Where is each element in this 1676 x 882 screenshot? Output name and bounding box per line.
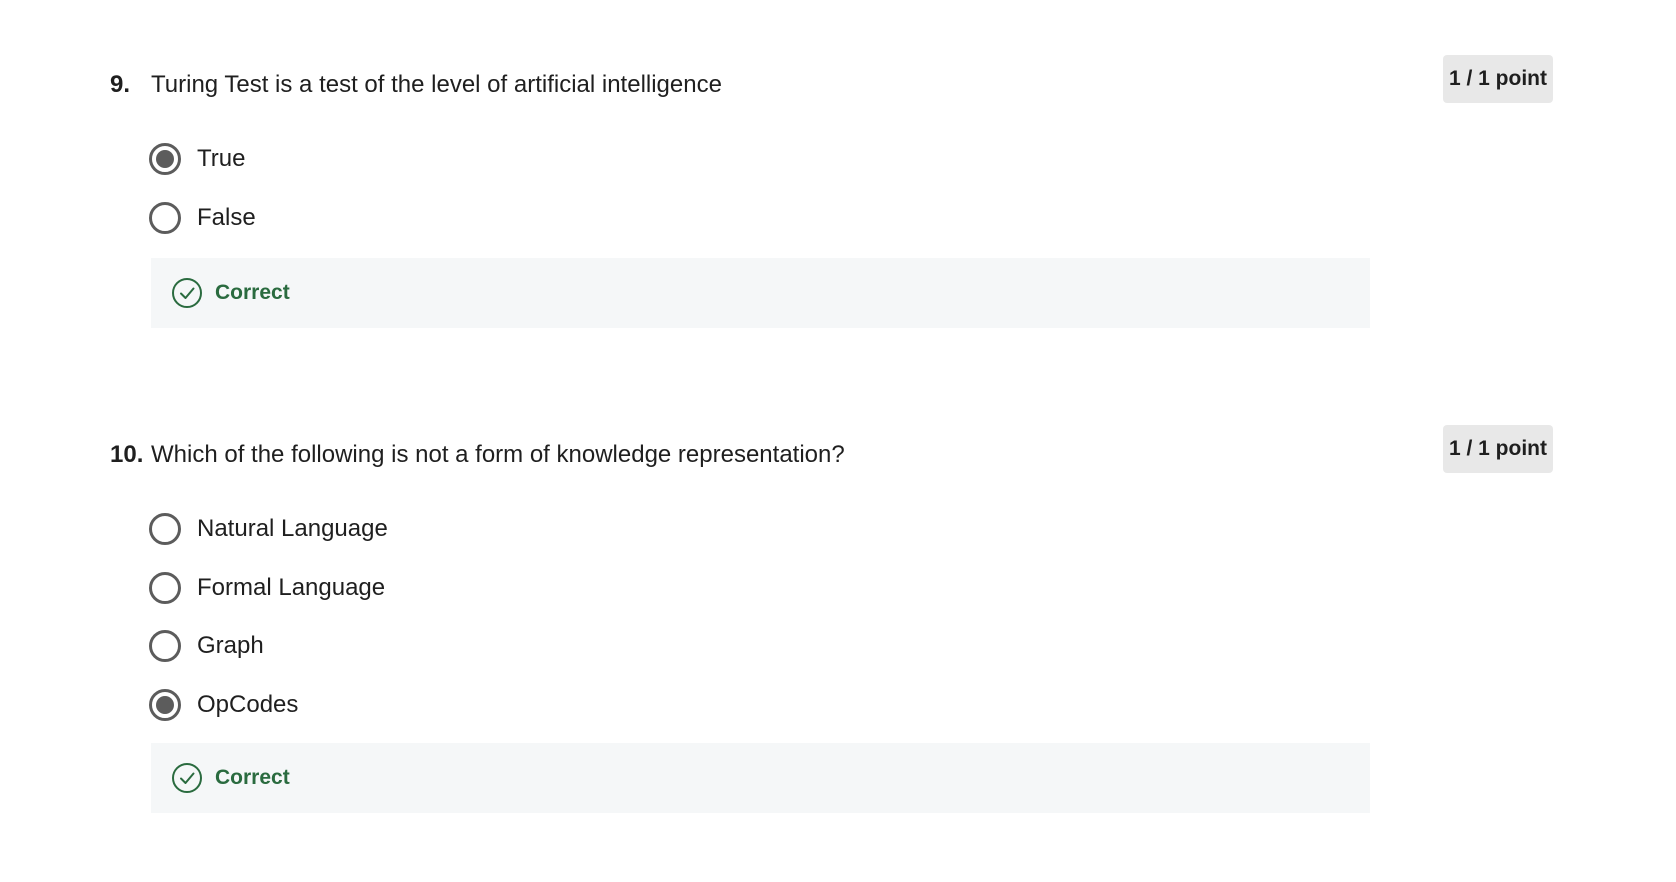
question-number: 9. bbox=[110, 71, 131, 98]
option-label: True bbox=[197, 145, 246, 172]
option-graph[interactable]: Graph bbox=[149, 628, 264, 664]
option-label: OpCodes bbox=[197, 691, 299, 718]
radio-selected-icon[interactable] bbox=[149, 143, 181, 175]
check-circle-icon bbox=[172, 763, 202, 793]
option-true[interactable]: True bbox=[149, 141, 245, 177]
question-number: 10. bbox=[110, 441, 144, 468]
option-label: False bbox=[197, 204, 256, 231]
radio-unselected-icon[interactable] bbox=[149, 630, 181, 662]
feedback-label: Correct bbox=[215, 766, 290, 789]
question-text: Which of the following is not a form of … bbox=[151, 441, 845, 468]
option-natural-language[interactable]: Natural Language bbox=[149, 511, 388, 547]
radio-unselected-icon[interactable] bbox=[149, 572, 181, 604]
question-text: Turing Test is a test of the level of ar… bbox=[151, 71, 722, 98]
radio-unselected-icon[interactable] bbox=[149, 202, 181, 234]
check-circle-icon bbox=[172, 278, 202, 308]
option-opcodes[interactable]: OpCodes bbox=[149, 687, 298, 723]
option-label: Graph bbox=[197, 632, 264, 659]
feedback-box: Correct bbox=[151, 743, 1370, 813]
feedback-label: Correct bbox=[215, 281, 290, 304]
option-label: Natural Language bbox=[197, 515, 388, 542]
option-formal-language[interactable]: Formal Language bbox=[149, 570, 385, 606]
radio-selected-icon[interactable] bbox=[149, 689, 181, 721]
points-badge: 1 / 1 point bbox=[1443, 55, 1553, 103]
option-label: Formal Language bbox=[197, 574, 386, 601]
radio-unselected-icon[interactable] bbox=[149, 513, 181, 545]
option-false[interactable]: False bbox=[149, 200, 256, 236]
feedback-box: Correct bbox=[151, 258, 1370, 328]
points-badge: 1 / 1 point bbox=[1443, 425, 1553, 473]
